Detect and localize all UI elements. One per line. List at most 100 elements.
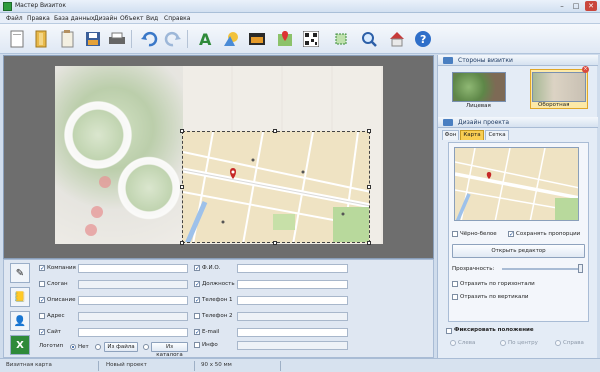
map-preview[interactable] bbox=[454, 147, 579, 221]
fix-position-checkbox[interactable] bbox=[446, 328, 452, 334]
minimize-button[interactable]: – bbox=[556, 1, 568, 11]
align-left-label: Слева bbox=[458, 340, 476, 346]
resize-handle[interactable] bbox=[367, 241, 371, 245]
menu-edit[interactable]: Правка bbox=[27, 15, 50, 22]
resize-handle[interactable] bbox=[273, 241, 277, 245]
menu-help[interactable]: Справка bbox=[164, 15, 190, 22]
fullname-input[interactable] bbox=[237, 264, 348, 273]
flip-h-checkbox[interactable] bbox=[452, 281, 458, 287]
back-side-thumbnail[interactable] bbox=[532, 72, 586, 102]
export-icon[interactable] bbox=[386, 28, 408, 50]
templates-icon[interactable] bbox=[56, 28, 78, 50]
field-checkbox[interactable]: ✓ bbox=[39, 329, 45, 336]
align-center-label: По центру bbox=[508, 340, 538, 346]
redo-icon[interactable] bbox=[162, 28, 184, 50]
resize-handle[interactable] bbox=[367, 129, 371, 133]
qrcode-icon[interactable] bbox=[300, 28, 322, 50]
field-checkbox[interactable]: ✓ bbox=[39, 297, 45, 304]
field-checkbox[interactable]: ✓ bbox=[194, 281, 200, 288]
phone2-input[interactable] bbox=[237, 312, 348, 321]
logo-file-radio[interactable] bbox=[95, 344, 101, 350]
align-left-radio[interactable] bbox=[450, 340, 456, 346]
company-input[interactable] bbox=[78, 264, 188, 273]
status-separator bbox=[280, 361, 281, 371]
status-separator bbox=[194, 361, 195, 371]
menu-object[interactable]: Объект bbox=[120, 15, 143, 22]
status-bar: Визитная карта Новый проект 90 x 50 мм bbox=[0, 358, 600, 372]
bw-checkbox[interactable] bbox=[452, 231, 458, 237]
text-icon[interactable]: A bbox=[194, 28, 216, 50]
opacity-slider-thumb[interactable] bbox=[578, 264, 583, 273]
book-icon[interactable]: 📒 bbox=[10, 287, 30, 307]
website-input[interactable] bbox=[78, 328, 188, 337]
open-icon[interactable] bbox=[30, 28, 52, 50]
logo-catalog-radio[interactable] bbox=[143, 344, 149, 350]
tab-background[interactable]: Фон bbox=[442, 130, 459, 140]
logo-from-file-button[interactable]: Из файла bbox=[104, 342, 138, 352]
open-editor-button[interactable]: Открыть редактор bbox=[452, 244, 585, 258]
close-button[interactable]: ✕ bbox=[585, 1, 597, 11]
align-center-radio[interactable] bbox=[500, 340, 506, 346]
crop-icon[interactable] bbox=[330, 28, 352, 50]
tab-grid[interactable]: Сетка bbox=[485, 130, 509, 140]
map-icon[interactable] bbox=[274, 28, 296, 50]
field-label: Описание bbox=[47, 297, 76, 303]
field-checkbox[interactable]: ✓ bbox=[194, 297, 200, 304]
description-input[interactable] bbox=[78, 296, 188, 305]
menu-database[interactable]: База данных bbox=[54, 15, 95, 22]
sides-header[interactable]: Стороны визитки bbox=[438, 55, 598, 66]
align-right-radio[interactable] bbox=[555, 340, 561, 346]
email-input[interactable] bbox=[237, 328, 348, 337]
field-label: Должность bbox=[202, 281, 235, 287]
menu-bar: Файл Правка База данных Дизайн Объект Ви… bbox=[0, 13, 600, 24]
field-checkbox[interactable]: ✓ bbox=[39, 265, 45, 272]
keep-ratio-checkbox[interactable]: ✓ bbox=[508, 231, 514, 238]
logo-from-catalog-button[interactable]: Из каталога bbox=[151, 342, 188, 358]
resize-handle[interactable] bbox=[180, 241, 184, 245]
flip-v-checkbox[interactable] bbox=[452, 294, 458, 300]
field-label: Телефон 1 bbox=[202, 297, 233, 303]
edit-text-icon[interactable]: ✎ bbox=[10, 263, 30, 283]
field-checkbox[interactable]: ✓ bbox=[194, 329, 200, 336]
address-input[interactable] bbox=[78, 312, 188, 321]
help-icon[interactable]: ? bbox=[412, 28, 434, 50]
phone1-input[interactable] bbox=[237, 296, 348, 305]
sides-header-title: Стороны визитки bbox=[458, 57, 513, 64]
print-icon[interactable] bbox=[106, 28, 128, 50]
opacity-slider-track[interactable] bbox=[502, 268, 582, 270]
resize-handle[interactable] bbox=[367, 185, 371, 189]
status-size: 90 x 50 мм bbox=[201, 362, 232, 368]
delete-side-icon[interactable]: × bbox=[582, 66, 589, 73]
map-object[interactable] bbox=[182, 131, 370, 243]
new-icon[interactable] bbox=[6, 28, 28, 50]
field-checkbox[interactable] bbox=[39, 281, 45, 287]
menu-design[interactable]: Дизайн bbox=[94, 15, 117, 22]
position-input[interactable] bbox=[237, 280, 348, 289]
slogan-input[interactable] bbox=[78, 280, 188, 289]
menu-file[interactable]: Файл bbox=[6, 15, 23, 22]
field-checkbox[interactable] bbox=[39, 313, 45, 319]
field-checkbox[interactable] bbox=[194, 342, 200, 348]
resize-handle[interactable] bbox=[180, 185, 184, 189]
design-header[interactable]: Дизайн проекта bbox=[438, 117, 598, 128]
toolbar-separator bbox=[187, 30, 188, 48]
logo-none-radio[interactable] bbox=[70, 344, 76, 350]
front-side-thumbnail[interactable] bbox=[452, 72, 506, 102]
menu-view[interactable]: Вид bbox=[146, 15, 158, 22]
image-icon[interactable] bbox=[246, 28, 268, 50]
resize-handle[interactable] bbox=[180, 129, 184, 133]
undo-icon[interactable] bbox=[138, 28, 160, 50]
info-input[interactable] bbox=[237, 341, 348, 350]
resize-handle[interactable] bbox=[273, 129, 277, 133]
field-checkbox[interactable] bbox=[194, 313, 200, 319]
field-label: Сайт bbox=[47, 329, 61, 335]
tab-map[interactable]: Карта bbox=[460, 130, 484, 140]
field-checkbox[interactable]: ✓ bbox=[194, 265, 200, 272]
maximize-button[interactable]: □ bbox=[570, 1, 582, 11]
zoom-icon[interactable] bbox=[358, 28, 380, 50]
excel-icon[interactable]: X bbox=[10, 335, 30, 355]
user-icon[interactable]: 👤 bbox=[10, 311, 30, 331]
save-icon[interactable] bbox=[82, 28, 104, 50]
back-side-label: Оборотная bbox=[538, 102, 570, 108]
shapes-icon[interactable] bbox=[220, 28, 242, 50]
